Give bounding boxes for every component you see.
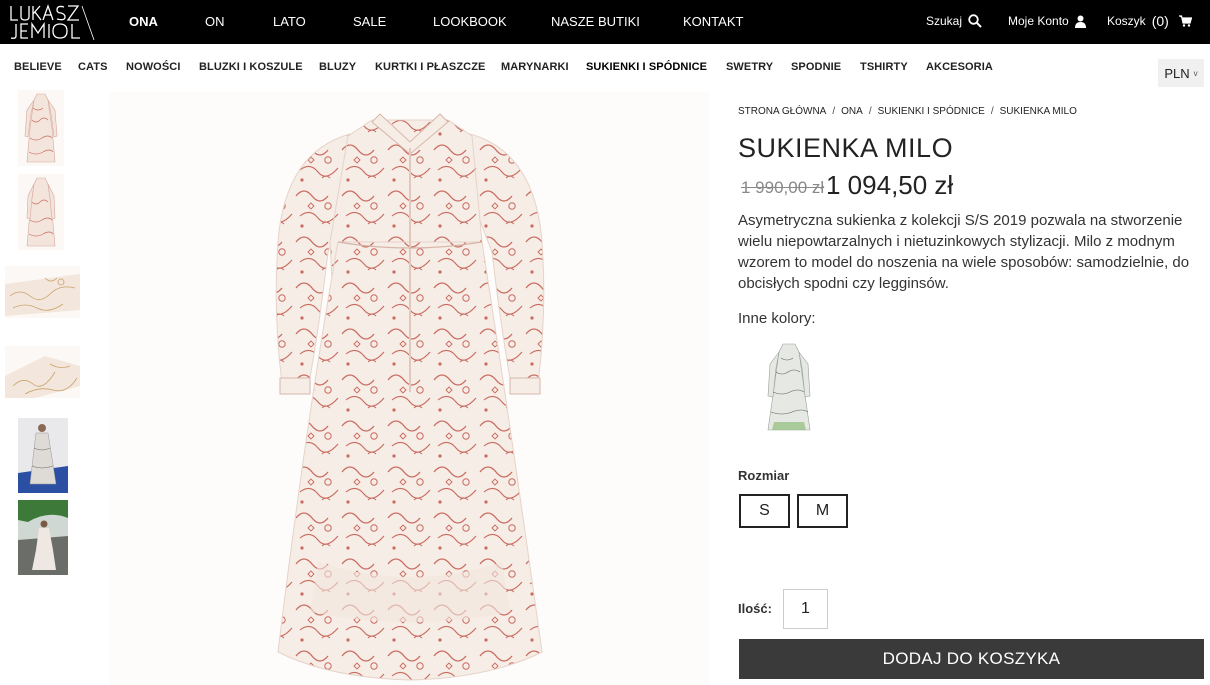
category-bar: BELIEVE CATS NOWOŚCI BLUZKI I KOSZULE BL… [0, 44, 1210, 90]
breadcrumb-current: SUKIENKA MILO [999, 106, 1077, 117]
cart-link[interactable]: Koszyk (0) [1107, 13, 1192, 29]
thumbnail-1[interactable] [18, 90, 64, 166]
cat-bluzy[interactable]: BLUZY [319, 61, 356, 73]
chevron-down-icon: v [1193, 68, 1198, 78]
cat-kurtki-i-plaszcze[interactable]: KURTKI I PŁASZCZE [375, 61, 485, 73]
dress-illustration [110, 92, 710, 685]
cat-cats[interactable]: CATS [78, 61, 108, 73]
breadcrumb-separator: / [990, 106, 994, 117]
cart-count: (0) [1151, 13, 1169, 29]
size-label: Rozmiar [738, 468, 790, 483]
cat-marynarki[interactable]: MARYNARKI [501, 61, 569, 73]
user-icon [1074, 15, 1086, 28]
breadcrumb-category[interactable]: SUKIENKI I SPÓDNICE [878, 106, 985, 117]
cat-akcesoria[interactable]: AKCESORIA [926, 61, 993, 73]
quantity-label: Ilość: [738, 601, 772, 616]
breadcrumb-separator: / [868, 106, 872, 117]
currency-value: PLN [1164, 65, 1190, 81]
thumbnail-4[interactable] [5, 346, 80, 398]
cat-tshirty[interactable]: TSHIRTY [860, 61, 908, 73]
account-label: Moje Konto [1008, 14, 1069, 28]
size-option-s[interactable]: S [739, 494, 790, 528]
account-link[interactable]: Moje Konto [1008, 14, 1086, 28]
top-right-actions: Szukaj Moje Konto Koszyk (0) [0, 0, 1210, 44]
quantity-input[interactable] [783, 589, 828, 629]
product-description: Asymetryczna sukienka z kolekcji S/S 201… [738, 212, 1190, 292]
product-title: SUKIENKA MILO [738, 133, 954, 163]
cat-bluzki-i-koszule[interactable]: BLUZKI I KOSZULE [199, 61, 303, 73]
cat-nowosci[interactable]: NOWOŚCI [126, 61, 180, 73]
color-variant-swatch[interactable] [752, 338, 826, 436]
currency-select[interactable]: PLN v [1158, 59, 1204, 87]
cat-spodnie[interactable]: SPODNIE [791, 61, 841, 73]
thumbnail-5[interactable] [18, 418, 68, 493]
top-bar: ONA ON LATO SALE LOOKBOOK NASZE BUTIKI K… [0, 0, 1210, 44]
search-icon [968, 14, 982, 28]
cart-label: Koszyk [1107, 14, 1146, 28]
other-colors-label: Inne kolory: [738, 310, 816, 327]
breadcrumb: STRONA GŁÓWNA / ONA / SUKIENKI I SPÓDNICE / SU… [738, 106, 1077, 117]
thumbnail-3[interactable] [5, 266, 80, 318]
size-option-m[interactable]: M [797, 494, 848, 528]
breadcrumb-ona[interactable]: ONA [841, 106, 863, 117]
search-label: Szukaj [926, 14, 963, 28]
cat-sukienki-i-spodnice[interactable]: SUKIENKI I SPÓDNICE [586, 61, 707, 73]
thumbnail-2[interactable] [18, 174, 64, 250]
search-button[interactable]: Szukaj [926, 14, 982, 28]
price-old: 1 990,00 zł [741, 178, 825, 197]
breadcrumb-home[interactable]: STRONA GŁÓWNA [738, 106, 826, 117]
cat-swetry[interactable]: SWETRY [726, 61, 773, 73]
main-product-image[interactable] [110, 92, 710, 685]
add-to-cart-button[interactable]: DODAJ DO KOSZYKA [739, 639, 1204, 679]
breadcrumb-separator: / [832, 106, 836, 117]
price-new: 1 094,50 zł [826, 170, 954, 200]
thumbnail-6[interactable] [18, 500, 68, 575]
cart-icon [1178, 15, 1192, 27]
cat-believe[interactable]: BELIEVE [14, 61, 62, 73]
